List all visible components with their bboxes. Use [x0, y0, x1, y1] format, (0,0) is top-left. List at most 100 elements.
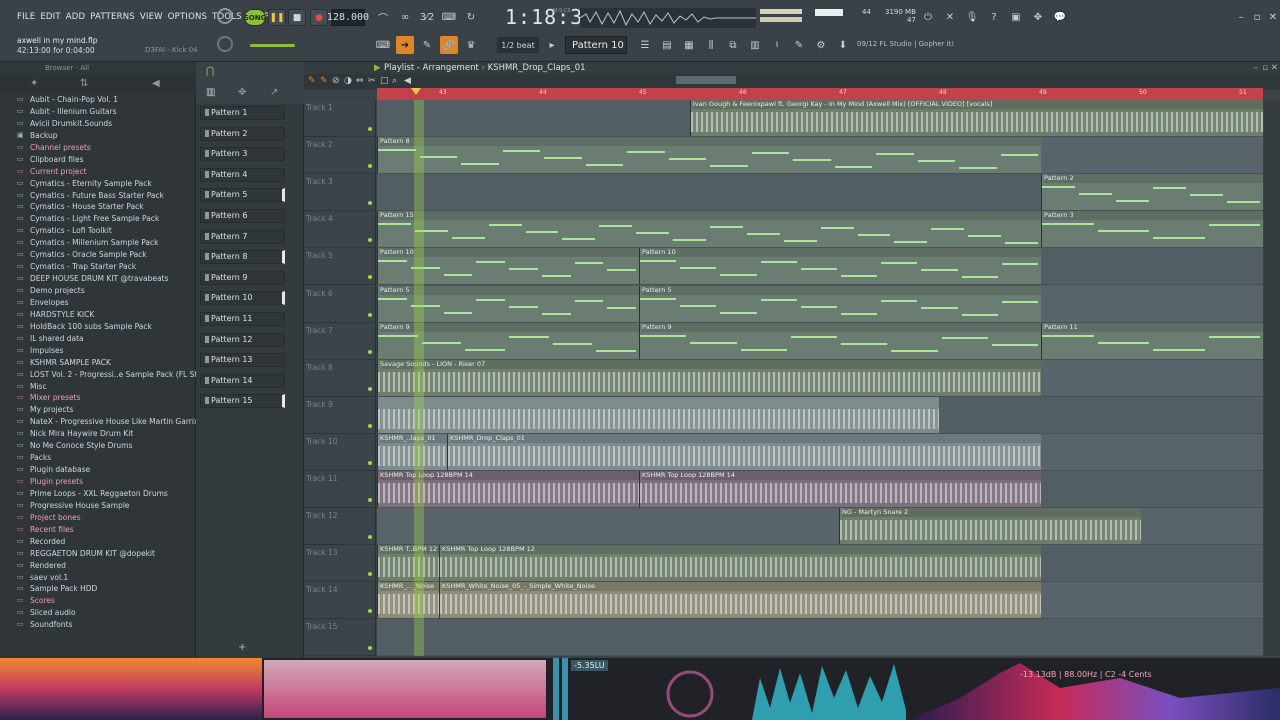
playlist-clip[interactable]: KSHMR_Drop_Claps_01 [447, 433, 1041, 470]
browser-item[interactable]: ▭ Cymatics - House Starter Pack [0, 201, 196, 213]
playlist-clip[interactable]: Pattern 9 [639, 322, 1041, 359]
online-icon[interactable]: ⏻ [919, 8, 937, 26]
master-pitch-knob[interactable] [217, 36, 233, 52]
playlist-clip[interactable]: NG - Martyn Snare 2 [839, 508, 1141, 545]
mixer-icon[interactable]: ⫼ [702, 36, 720, 54]
track-enable-led[interactable] [368, 535, 372, 540]
playlist-clip[interactable]: KSHMR Top Loop 128BPM 12 [439, 545, 1041, 582]
browser-item[interactable]: ▭ Cymatics - Light Free Sample Pack [0, 213, 196, 225]
track-header[interactable]: Track 14 [304, 582, 376, 620]
save-icon[interactable]: ▣ [1007, 8, 1025, 26]
browser-item[interactable]: ▭ Recorded [0, 536, 196, 548]
track-enable-led[interactable] [368, 646, 372, 651]
browser-item[interactable]: ▭ Soundfonts [0, 619, 196, 631]
tempo-display[interactable]: 128.000 [327, 9, 369, 26]
browser-item[interactable]: ▭ Misc [0, 381, 196, 393]
playlist-arrow-icon[interactable]: ➜ [396, 36, 414, 54]
loop-record-icon[interactable]: ↻ [462, 8, 480, 26]
track-enable-led[interactable] [368, 312, 372, 317]
browser-item[interactable]: ▭ Avicii Drumkit.Sounds [0, 118, 196, 130]
close-icon[interactable]: ✕ [1264, 8, 1280, 26]
playhead-marker[interactable] [411, 88, 421, 95]
draw-tool-icon[interactable]: ✎ [418, 36, 436, 54]
track-enable-led[interactable] [368, 164, 372, 169]
track-enable-led[interactable] [368, 609, 372, 614]
pattern-item[interactable]: Pattern 1 [200, 106, 285, 120]
track-header[interactable]: Track 4 [304, 211, 376, 249]
download-icon[interactable]: ⬇ [834, 36, 852, 54]
track-header[interactable]: Track 12 [304, 508, 376, 546]
pattern-selector[interactable]: Pattern 10 [565, 36, 627, 54]
menu-view[interactable]: VIEW [140, 12, 163, 22]
track-enable-led[interactable] [368, 498, 372, 502]
pattern-item[interactable]: Pattern 7 [200, 229, 285, 244]
zoom-tool-icon[interactable]: ⌕ [392, 76, 397, 86]
track-header[interactable]: Track 11 [304, 471, 376, 508]
browser-item[interactable]: ▭ Cymatics - Future Bass Starter Pack [0, 190, 196, 202]
browser-item[interactable]: ▭ Recent files [0, 524, 196, 536]
pattern-item[interactable]: Pattern 11 [200, 312, 285, 326]
keyboard-icon[interactable]: ⌨ [374, 36, 392, 54]
track-header[interactable]: Track 15 [304, 619, 376, 657]
browser-item[interactable]: ▭ Progressive House Sample [0, 500, 196, 512]
browser-item[interactable]: ▭ Cymatics - Lofi Toolkit [0, 225, 196, 237]
track-header[interactable]: Track 8 [304, 360, 376, 397]
pattern-item[interactable]: Pattern 6 [200, 209, 285, 223]
browser-item[interactable]: ▭ My projects [0, 404, 196, 416]
browser-item[interactable]: ▭ Sliced audio [0, 607, 196, 619]
mute-tool-icon[interactable]: ◑ [344, 76, 352, 86]
browser-item[interactable]: ▭ saev vol.1 [0, 572, 196, 584]
browser-item[interactable]: ▭ Rendered [0, 560, 196, 572]
picker-mode-icon[interactable]: ▥ [206, 87, 215, 98]
playlist-clip[interactable]: KSHMR Top Loop 128BPM 14 [639, 471, 1041, 507]
wait-input-icon[interactable]: ∞ [396, 8, 414, 26]
tempo-tapper-icon[interactable]: ✎ [790, 36, 808, 54]
pattern-item[interactable]: Pattern 3 [200, 147, 285, 162]
browser-item[interactable]: ▭ HARDSTYLE KICK [0, 309, 196, 321]
track-enable-led[interactable] [368, 275, 372, 280]
browser-item[interactable]: ▭ Envelopes [0, 297, 196, 309]
browser-item[interactable]: ▭ Channel presets [0, 142, 196, 154]
browser-item[interactable]: ▭ Nick Mira Haywire Drum Kit [0, 428, 196, 440]
pattern-item[interactable]: Pattern 9 [200, 270, 285, 285]
pattern-item[interactable]: Pattern 12 [200, 332, 285, 347]
track-header[interactable]: Track 3 [304, 174, 376, 212]
browser-item[interactable]: ▭ Cymatics - Oracle Sample Pack [0, 249, 196, 261]
browser-item[interactable]: ▭ DEEP HOUSE DRUM KIT @travabeats [0, 273, 196, 285]
paint-tool-icon[interactable]: ✎ [320, 76, 328, 86]
close-mixer-icon[interactable]: ✕ [941, 8, 959, 26]
menu-options[interactable]: OPTIONS [168, 12, 207, 22]
playlist-clip[interactable] [377, 396, 939, 433]
track-enable-led[interactable] [368, 460, 372, 465]
browser-item[interactable]: ▭ Cymatics - Millenium Sample Pack [0, 237, 196, 249]
picker-move-icon[interactable]: ✥ [238, 87, 246, 98]
snap-selector[interactable]: 1/2 beat [497, 37, 539, 53]
playhead-line[interactable] [414, 100, 424, 656]
browser-sort-icon[interactable]: ⇅ [80, 78, 88, 89]
play-pause-button[interactable]: ❚❚ [268, 9, 286, 26]
track-header[interactable]: Track 1 [304, 100, 376, 137]
menu-file[interactable]: FILE [17, 12, 35, 22]
plugin-icon[interactable]: ✥ [1029, 8, 1047, 26]
track-header[interactable]: Track 5 [304, 248, 376, 286]
track-header[interactable]: Track 9 [304, 397, 376, 434]
track-lane[interactable] [377, 619, 1263, 656]
countdown-icon[interactable]: 3⁄2 [418, 8, 436, 26]
piano-roll-icon[interactable]: ▤ [658, 36, 676, 54]
timeline-ruler[interactable]: 43 44 45 46 47 48 49 50 51 [377, 88, 1263, 100]
browser-item[interactable]: ▭ Impulses [0, 345, 196, 357]
news-ticker[interactable]: 09/12 FL Studio | Gopher it! [857, 40, 954, 48]
track-enable-led[interactable] [368, 349, 372, 354]
stamp-icon[interactable]: ♛ [462, 36, 480, 54]
browser-item[interactable]: ▭ NateX - Progressive House Like Martin G… [0, 416, 196, 428]
master-volume-knob[interactable] [217, 8, 233, 24]
channel-rack-icon[interactable]: ▦ [680, 36, 698, 54]
vertical-scrollbar[interactable] [1264, 100, 1280, 656]
menu-add[interactable]: ADD [66, 12, 86, 22]
browser-item[interactable]: ▭ Current project [0, 166, 196, 178]
browser-item[interactable]: ▭ Aubit - Illenium Guitars [0, 106, 196, 118]
toolbox-icon[interactable]: ⚙ [812, 36, 830, 54]
track-header[interactable]: Track 2 [304, 137, 376, 175]
browser-item[interactable]: ▭ Demo projects [0, 285, 196, 297]
browser-item[interactable]: ▭ Project bones [0, 512, 196, 524]
